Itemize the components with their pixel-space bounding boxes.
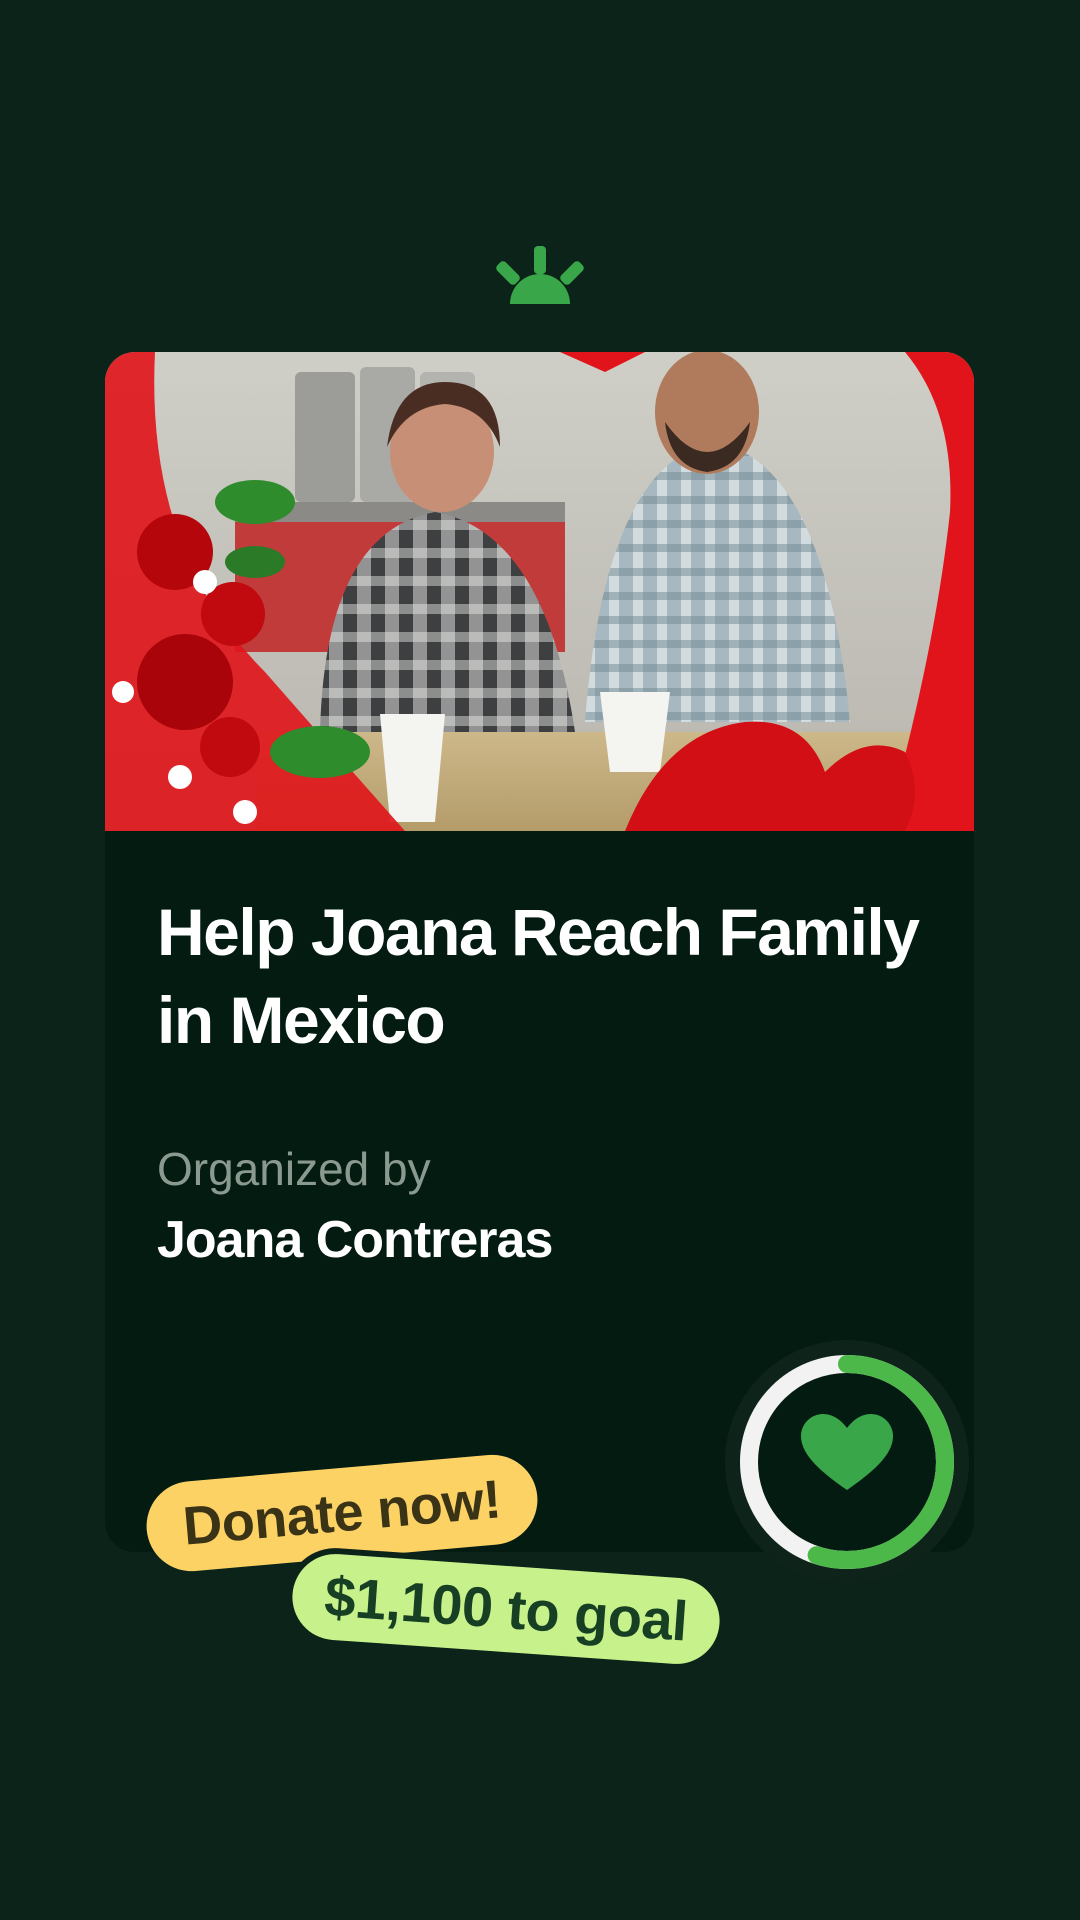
organizer-name[interactable]: Joana Contreras: [157, 1209, 553, 1271]
organizer-label: Organized by: [157, 1143, 431, 1195]
goal-remaining-badge: $1,100 to goal: [289, 1551, 723, 1667]
donation-progress-ring: [725, 1340, 969, 1584]
campaign-photo: [105, 352, 974, 831]
campaign-title: Help Joana Reach Family in Mexico: [157, 895, 920, 1057]
brand-logo-icon: [496, 246, 584, 304]
